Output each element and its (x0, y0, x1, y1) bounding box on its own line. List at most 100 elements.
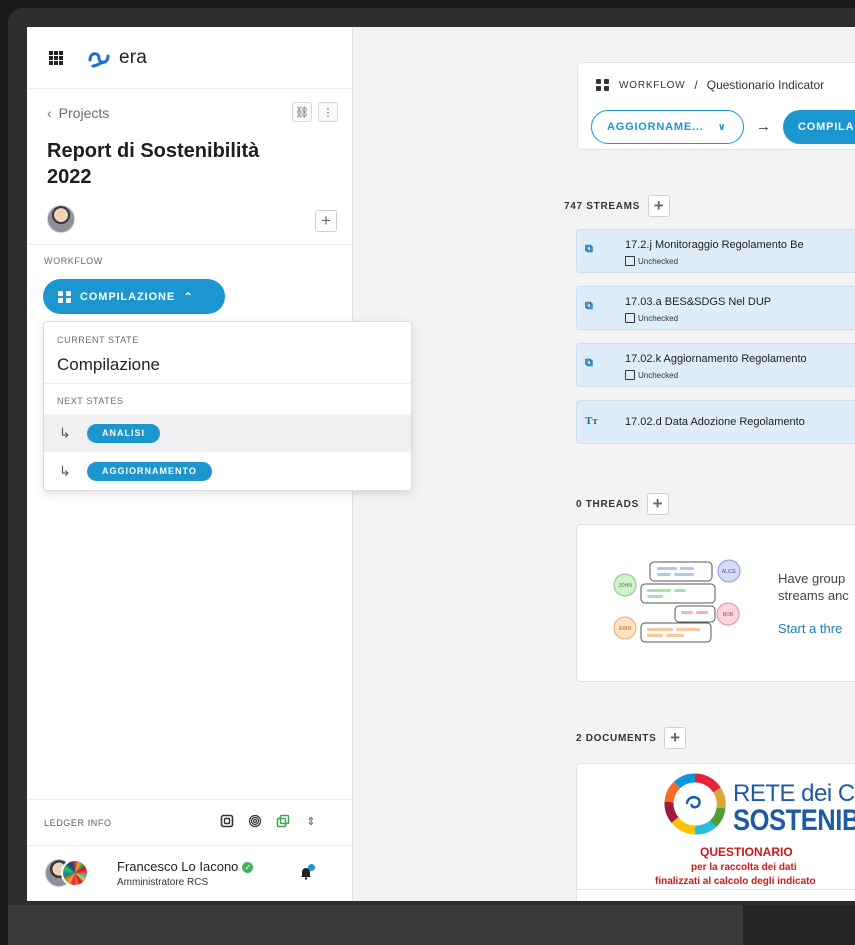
plus-icon: + (653, 196, 665, 215)
add-document-button[interactable]: + (664, 727, 687, 749)
stream-item[interactable]: Tт 17.02.d Data Adozione Regolamento (576, 400, 855, 444)
ledger-verified-icon[interactable] (275, 813, 291, 829)
workflow-state-button[interactable]: COMPILAZIONE ⌃ (43, 279, 225, 314)
state-pill: ANALISI (87, 423, 160, 443)
ledger-icons: ⇕ (219, 813, 319, 829)
illustration-name-erin: ERIN (619, 626, 631, 632)
documents-count-label: 2 DOCUMENTS (576, 732, 657, 744)
current-state-label: CURRENT STATE (57, 335, 139, 345)
plus-icon: + (321, 211, 331, 230)
dropdown-divider (44, 383, 411, 384)
workflow-section-label: WORKFLOW (44, 256, 103, 266)
back-to-projects-link[interactable]: ‹ Projects (47, 105, 109, 121)
threads-section-header: 0 THREADS + (576, 493, 669, 515)
threads-count-label: 0 THREADS (576, 498, 639, 510)
ledger-copy-icon[interactable] (219, 813, 235, 829)
stream-link-icon: ⧉ (585, 300, 593, 312)
avatar[interactable] (47, 205, 75, 233)
back-link-label: Projects (58, 105, 110, 121)
workflow-name[interactable]: Questionario Indicator (707, 78, 824, 92)
main-content: WORKFLOW / Questionario Indicator AGGIOR… (354, 27, 855, 901)
checkbox-icon[interactable] (625, 256, 635, 266)
stream-title: 17.03.a BES&SDGS Nel DUP (625, 296, 772, 308)
threads-empty-text-line1: Have group (778, 571, 846, 586)
current-state-value: Compilazione (57, 355, 160, 374)
workflow-icon (58, 290, 72, 303)
apps-grid-icon[interactable] (49, 50, 63, 65)
return-arrow-icon: ↳ (59, 424, 71, 441)
stream-status-label: Unchecked (638, 256, 679, 266)
workflow-icon (596, 79, 610, 91)
stream-status: Unchecked (625, 313, 678, 323)
stream-item[interactable]: ⧉ 17.02.k Aggiornamento Regolamento Unch… (576, 343, 855, 387)
streams-count-label: 747 STREAMS (564, 200, 641, 212)
chevron-up-icon: ⌃ (183, 289, 195, 304)
next-state-option-analisi[interactable]: ↳ ANALISI (44, 414, 411, 452)
workflow-crumb-prefix: WORKFLOW (619, 79, 686, 91)
brand-bar: era (27, 27, 352, 89)
start-thread-link[interactable]: Start a thre (778, 621, 842, 636)
threads-empty-state: JOHN ALICE BOB ERIN Have group streams a… (576, 524, 855, 682)
brand-name: era (119, 46, 148, 68)
user-role: Amministratore RCS (117, 877, 209, 888)
stream-item[interactable]: ⧉ 17.03.a BES&SDGS Nel DUP Unchecked (576, 286, 855, 330)
workflow-state-label: COMPILAZIONE (80, 290, 176, 303)
stream-title: 17.02.d Data Adozione Regolamento (625, 416, 805, 428)
app-screen: era ‹ Projects ⛓ ⋮ Report di Sostenibili… (27, 27, 855, 901)
state-pill: AGGIORNAMENTO (87, 461, 212, 481)
current-user[interactable]: Francesco Lo Iacono ✓ Amministratore RCS (27, 845, 353, 901)
state-select-label: AGGIORNAME... (607, 121, 704, 133)
add-member-button[interactable]: + (315, 210, 337, 232)
doc-preview-line2: SOSTENIBII (733, 804, 855, 837)
stream-title: 17.02.k Aggiornamento Regolamento (625, 353, 807, 365)
return-arrow-icon: ↳ (59, 462, 71, 479)
next-state-option-aggiornamento[interactable]: ↳ AGGIORNAMENTO (44, 452, 411, 490)
plus-icon: + (652, 494, 664, 513)
organization-avatar (61, 859, 89, 887)
document-preview-card[interactable]: RETE dei COMUN SOSTENIBII QUESTIONARIO p… (576, 763, 855, 901)
sdg-wheel-logo-icon (664, 773, 726, 835)
checkbox-icon[interactable] (625, 370, 635, 380)
doc-preview-line3: QUESTIONARIO (700, 845, 793, 859)
ledger-info-label: LEDGER INFO (44, 817, 112, 828)
arrow-right-icon: → (756, 118, 771, 135)
add-thread-button[interactable]: + (646, 493, 669, 515)
stream-item[interactable]: ⧉ 17.2.j Monitoraggio Regolamento Be Unc… (576, 229, 855, 273)
doc-preview-line4: per la raccolta dei dati (691, 862, 797, 873)
user-name: Francesco Lo Iacono (117, 859, 239, 874)
illustration-name-bob: BOB (723, 612, 734, 618)
streams-section-header: 747 STREAMS + (564, 195, 671, 217)
link-icon: ⛓ (295, 106, 309, 119)
stream-status: Unchecked (625, 256, 678, 266)
project-title: Report di Sostenibilità 2022 (47, 140, 260, 188)
doc-preview-line5: finalizzati al calcolo degli indicato (655, 876, 816, 887)
expand-toggle-icon[interactable]: ⇕ (303, 813, 319, 829)
stream-link-icon: ⧉ (585, 357, 593, 369)
next-state-button[interactable]: COMPILA (783, 110, 855, 144)
user-name-row: Francesco Lo Iacono ✓ (117, 859, 254, 874)
plus-icon: + (670, 728, 681, 747)
workflow-card: WORKFLOW / Questionario Indicator AGGIOR… (577, 62, 855, 150)
text-type-icon: Tт (585, 415, 598, 427)
crumb-separator: / (694, 78, 698, 92)
era-logo-icon (88, 51, 110, 67)
fingerprint-icon[interactable] (247, 813, 263, 829)
notification-dot (308, 864, 315, 871)
verified-check-icon: ✓ (242, 862, 254, 873)
more-options-button[interactable]: ⋮ (318, 102, 338, 122)
stream-status-label: Unchecked (638, 370, 679, 380)
device-bezel-bottom (8, 905, 743, 945)
copy-link-button[interactable]: ⛓ (292, 102, 312, 122)
threads-empty-text-line2: streams anc (778, 588, 849, 603)
add-stream-button[interactable]: + (648, 195, 671, 217)
illustration-name-john: JOHN (618, 583, 632, 589)
documents-section-header: 2 DOCUMENTS + (576, 727, 687, 749)
next-states-label: NEXT STATES (57, 396, 124, 406)
stream-title: 17.2.j Monitoraggio Regolamento Be (625, 239, 804, 251)
chevron-down-icon: ∨ (717, 121, 727, 133)
state-select-button[interactable]: AGGIORNAME... ∨ (591, 110, 744, 144)
vertical-dots-icon: ⋮ (322, 106, 334, 119)
stream-status: Unchecked (625, 370, 678, 380)
checkbox-icon[interactable] (625, 313, 635, 323)
stream-status-label: Unchecked (638, 313, 679, 323)
